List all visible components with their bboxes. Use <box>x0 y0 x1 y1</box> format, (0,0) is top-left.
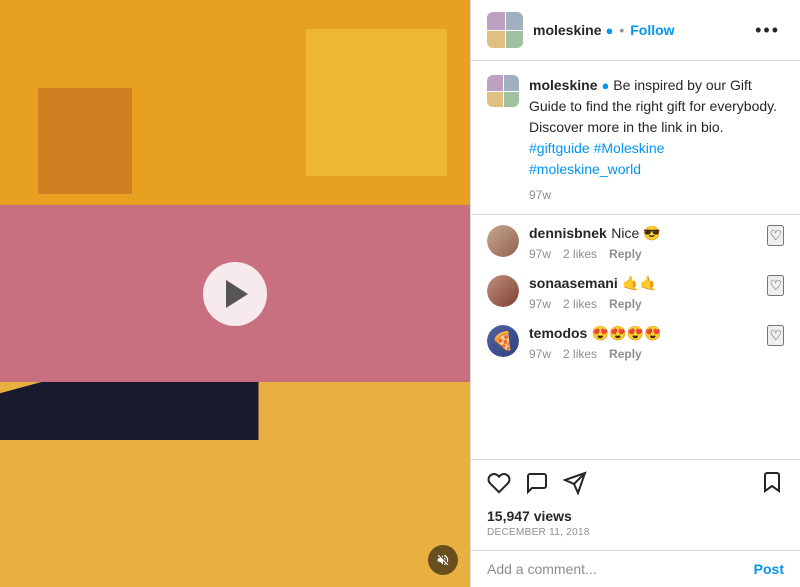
comment-avatar-3: 🍕 <box>487 325 519 357</box>
header-info: moleskine ● • Follow <box>533 22 751 38</box>
comment-likes-2: 2 likes <box>563 297 597 311</box>
comments-area: dennisbnek Nice 😎 97w 2 likes Reply ♡ so… <box>471 215 800 459</box>
comment-like-2[interactable]: ♡ <box>767 275 784 296</box>
play-button[interactable] <box>203 262 267 326</box>
share-button[interactable] <box>563 471 587 499</box>
caption-area: moleskine● Be inspired by our Gift Guide… <box>471 61 800 215</box>
caption-text: moleskine● Be inspired by our Gift Guide… <box>529 75 784 204</box>
verified-badge: ● <box>605 23 613 38</box>
comment-text-1: Nice 😎 <box>611 225 660 241</box>
comment-meta-3: 97w 2 likes Reply <box>529 347 784 361</box>
play-icon <box>226 280 248 308</box>
avatar <box>487 12 523 48</box>
post-header: moleskine ● • Follow ••• <box>471 0 800 61</box>
like-button[interactable] <box>487 471 511 499</box>
comment-item: sonaasemani 🤙🤙 97w 2 likes Reply ♡ <box>487 275 784 311</box>
action-bar: 15,947 views DECEMBER 11, 2018 <box>471 459 800 550</box>
comment-like-1[interactable]: ♡ <box>767 225 784 246</box>
comment-input[interactable] <box>487 561 754 577</box>
post-date: DECEMBER 11, 2018 <box>487 527 784 538</box>
comment-meta-2: 97w 2 likes Reply <box>529 297 784 311</box>
comment-time-1: 97w <box>529 247 551 261</box>
comment-username-1[interactable]: dennisbnek <box>529 225 607 241</box>
caption-avatar <box>487 75 519 107</box>
views-count: 15,947 views <box>487 508 784 524</box>
comment-text-2: 🤙🤙 <box>622 275 657 291</box>
info-panel: moleskine ● • Follow ••• moleskine● Be i… <box>470 0 800 587</box>
mute-button[interactable] <box>428 545 458 575</box>
caption-hashtags: #giftguide #Moleskine #moleskine_world <box>529 138 784 180</box>
post-comment-button[interactable]: Post <box>754 561 784 577</box>
comment-item: 🍕 temodos 😍😍😍😍 97w 2 likes Reply ♡ <box>487 325 784 361</box>
comment-text-3: 😍😍😍😍 <box>592 325 662 341</box>
comment-body-1: dennisbnek Nice 😎 97w 2 likes Reply <box>529 225 784 261</box>
comment-meta-1: 97w 2 likes Reply <box>529 247 784 261</box>
caption-verified: ● <box>601 78 609 93</box>
comment-username-2[interactable]: sonaasemani <box>529 275 618 291</box>
comment-reply-1[interactable]: Reply <box>609 247 642 261</box>
comment-avatar-2 <box>487 275 519 307</box>
caption-time: 97w <box>529 186 784 204</box>
comment-time-3: 97w <box>529 347 551 361</box>
dot-separator: • <box>619 22 624 38</box>
comment-likes-3: 2 likes <box>563 347 597 361</box>
comment-time-2: 97w <box>529 297 551 311</box>
more-button[interactable]: ••• <box>751 20 784 41</box>
comment-avatar-1 <box>487 225 519 257</box>
comment-item: dennisbnek Nice 😎 97w 2 likes Reply ♡ <box>487 225 784 261</box>
video-panel <box>0 0 470 587</box>
comment-like-3[interactable]: ♡ <box>767 325 784 346</box>
comment-reply-2[interactable]: Reply <box>609 297 642 311</box>
comment-body-2: sonaasemani 🤙🤙 97w 2 likes Reply <box>529 275 784 311</box>
comment-reply-3[interactable]: Reply <box>609 347 642 361</box>
comment-username-3[interactable]: temodos <box>529 325 587 341</box>
comment-likes-1: 2 likes <box>563 247 597 261</box>
bookmark-button[interactable] <box>760 470 784 500</box>
header-username[interactable]: moleskine <box>533 22 601 38</box>
follow-button[interactable]: Follow <box>630 22 674 38</box>
comment-body-3: temodos 😍😍😍😍 97w 2 likes Reply <box>529 325 784 361</box>
comment-button[interactable] <box>525 471 549 499</box>
action-icons <box>487 470 784 500</box>
add-comment-row: Post <box>471 550 800 587</box>
caption-username[interactable]: moleskine <box>529 77 597 93</box>
